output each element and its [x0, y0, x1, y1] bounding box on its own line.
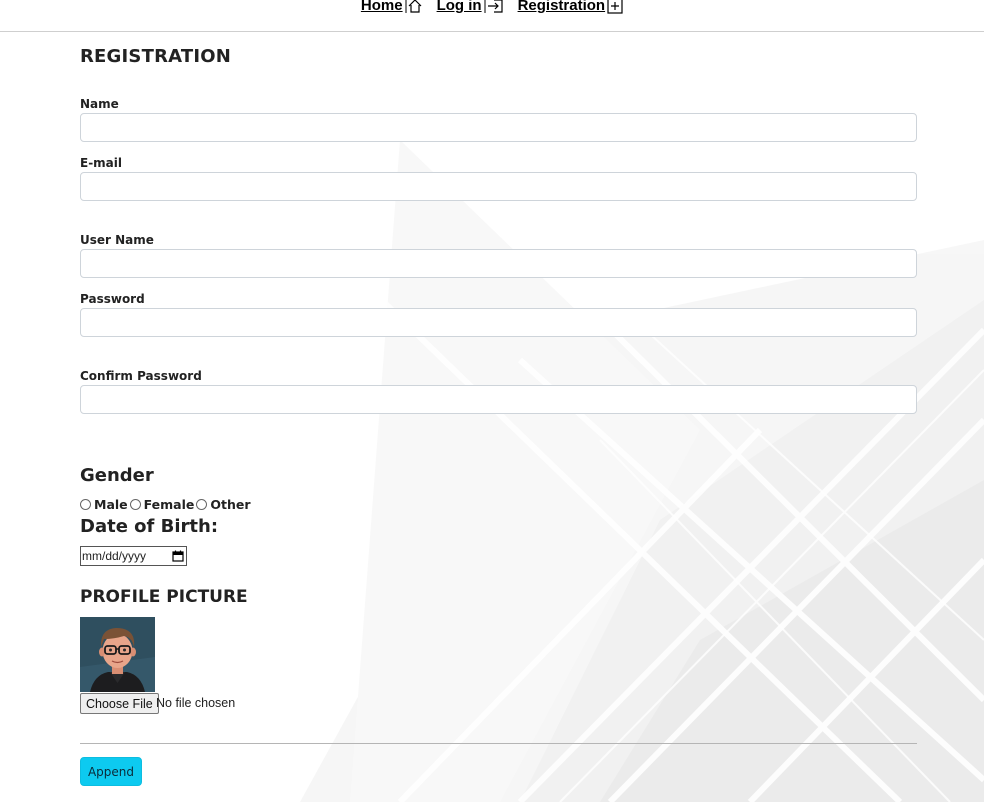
gender-other-radio[interactable] — [196, 499, 208, 510]
dob-placeholder: mm/dd/yyyy — [82, 549, 147, 563]
password-label: Password — [80, 292, 145, 306]
nav-registration-link[interactable]: Registration — [518, 0, 606, 14]
name-label: Name — [80, 97, 119, 111]
nav-registration[interactable]: Registration — [518, 0, 624, 14]
gender-heading: Gender — [80, 465, 154, 486]
gender-female-label: Female — [143, 497, 195, 512]
profile-picture-heading: PROFILE PICTURE — [80, 587, 248, 607]
email-label: E-mail — [80, 156, 123, 170]
confirm-password-label: Confirm Password — [80, 369, 202, 383]
page-title: REGISTRATION — [80, 46, 232, 67]
username-label: User Name — [80, 233, 154, 247]
file-status-text: No file chosen — [156, 696, 236, 710]
email-input[interactable] — [80, 172, 917, 201]
top-navigation: Home Log in Registration — [0, 0, 984, 32]
dob-heading: Date of Birth: — [80, 516, 219, 537]
dob-date-input[interactable]: mm/dd/yyyy — [80, 546, 187, 566]
gender-other-label: Other — [210, 497, 251, 512]
login-icon — [484, 0, 503, 13]
calendar-icon[interactable] — [172, 550, 184, 562]
nav-home-link[interactable]: Home — [361, 0, 403, 14]
choose-file-button[interactable]: Choose File — [80, 693, 159, 714]
nav-home[interactable]: Home — [361, 0, 423, 14]
add-user-icon — [607, 0, 623, 14]
nav-login-link[interactable]: Log in — [437, 0, 482, 14]
append-button[interactable]: Append — [80, 757, 142, 786]
nav-login[interactable]: Log in — [437, 0, 504, 14]
avatar — [80, 617, 155, 692]
gender-options: Male Female Other — [80, 497, 253, 512]
confirm-password-input[interactable] — [80, 385, 917, 414]
username-input[interactable] — [80, 249, 917, 278]
gender-male-radio[interactable] — [80, 499, 91, 510]
home-icon — [405, 0, 422, 13]
name-input[interactable] — [80, 113, 917, 142]
form-divider — [80, 743, 917, 744]
gender-male-label: Male — [94, 497, 128, 512]
password-input[interactable] — [80, 308, 917, 337]
gender-female-radio[interactable] — [129, 499, 141, 510]
